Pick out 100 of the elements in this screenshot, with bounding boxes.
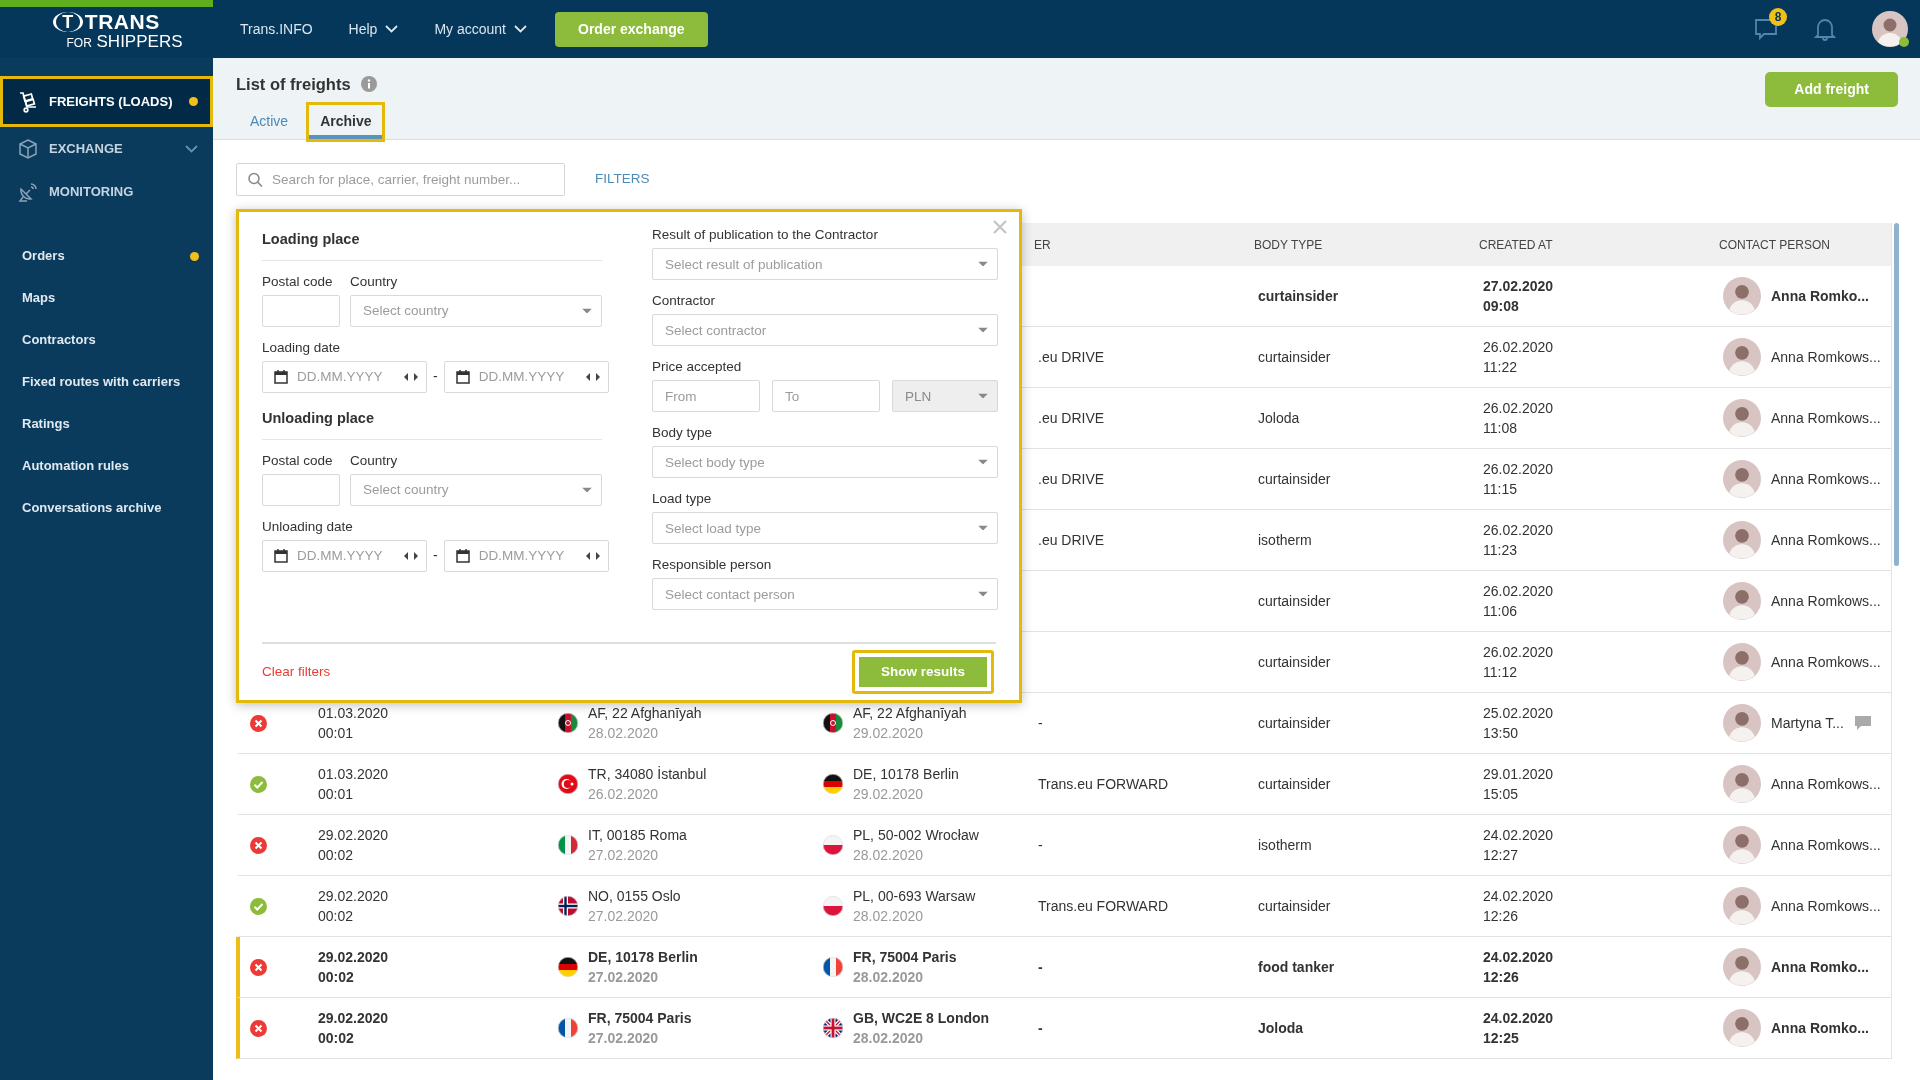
carrier-text: - — [1038, 836, 1043, 855]
dropdown-link[interactable]: Help — [348, 18, 399, 40]
sidebar-item[interactable]: Contractors — [0, 319, 213, 361]
calendar-icon — [455, 369, 470, 384]
carrier-text: .eu DRIVE — [1038, 531, 1105, 550]
loading-date-text: 01.03.2020 — [318, 765, 389, 784]
tab[interactable]: Archive — [306, 101, 386, 142]
postal-code-field[interactable] — [262, 473, 340, 506]
loading-time-text: 00:01 — [318, 785, 355, 804]
stepper-arrows-icon[interactable] — [585, 551, 600, 560]
field-label: Country — [350, 272, 399, 290]
dropdown-select[interactable]: Select contractor — [652, 314, 998, 346]
sidebar-item[interactable]: Conversations archive — [0, 487, 213, 529]
created-time-text: 11:23 — [1483, 541, 1518, 560]
close-button[interactable] — [993, 220, 1007, 234]
created-date-text: 26.02.2020 — [1483, 582, 1554, 601]
dropdown-select[interactable]: Select load type — [652, 512, 998, 544]
search-field[interactable]: Search for place, carrier, freight number... — [236, 163, 565, 196]
table-row[interactable]: 29.02.2020 00:02 DE, 10178 Berlin 27.02.2020 FR, 75004 Paris 28.02.2020 - food tanker 24.02.2020 12:26 Anna Romko... — [236, 937, 1891, 998]
field-label: Loading date — [262, 338, 342, 356]
nav-link[interactable]: Trans.INFO — [240, 18, 313, 40]
loading-date-text: 29.02.2020 — [318, 887, 389, 906]
table-row[interactable]: 01.03.2020 00:01 TR, 34080 İstanbul 26.02.2020 DE, 10178 Berlin 29.02.2020 Trans.eu FORWARD curtainsider 29.01.2020 15:05 Anna Romkows... — [236, 754, 1891, 815]
dropdown-link[interactable]: My account — [434, 18, 527, 40]
section-heading: Unloading place — [262, 404, 602, 440]
body-type-text: curtainsider — [1258, 897, 1331, 916]
logo-text: TRANS — [84, 11, 160, 32]
comment-icon[interactable] — [1853, 715, 1872, 731]
column-header: ER — [1033, 236, 1052, 254]
field-label: Responsible person — [652, 556, 773, 573]
sidebar-item[interactable]: Ratings — [0, 403, 213, 445]
date-field[interactable]: DD.MM.YYYY — [443, 360, 609, 393]
table-row[interactable]: 29.02.2020 00:02 FR, 75004 Paris 27.02.2020 GB, WC2E 8 London 28.02.2020 - Joloda 24.02.2020 12:25 Anna Romko... — [236, 998, 1891, 1059]
stepper-arrows-icon[interactable] — [404, 372, 418, 381]
created-date-text: 25.02.2020 — [1483, 704, 1554, 723]
sidebar-item[interactable]: Maps — [0, 277, 213, 319]
satellite-dish-icon — [17, 180, 39, 203]
avatar-icon — [1723, 948, 1761, 986]
date-text: 28.02.2020 — [853, 968, 925, 987]
loading-time-text: 00:02 — [318, 968, 355, 987]
scrollbar[interactable] — [1894, 223, 1899, 566]
place-text: GB, WC2E 8 London — [853, 1009, 990, 1028]
sidebar-module-item[interactable]: MONITORING — [0, 170, 213, 213]
sidebar-item[interactable]: Fixed routes with carriers — [0, 361, 213, 403]
body-type-text: Joloda — [1258, 409, 1300, 428]
page-title: List of freights — [236, 74, 351, 95]
date-field[interactable]: DD.MM.YYYY — [262, 539, 427, 572]
caret-icon — [978, 261, 988, 267]
section-heading: Loading place — [262, 226, 602, 261]
date-text: 26.02.2020 — [588, 785, 660, 804]
place-text: DE, 10178 Berlin — [853, 765, 959, 784]
dropdown-select[interactable]: Select result of publication — [652, 248, 998, 280]
sidebar-item[interactable]: Automation rules — [0, 445, 213, 487]
close-icon — [993, 220, 1007, 234]
caret-icon — [978, 393, 988, 399]
price-from-field[interactable]: From — [652, 380, 760, 412]
date-field[interactable]: DD.MM.YYYY — [262, 360, 427, 393]
loading-date-text: 01.03.2020 — [318, 704, 389, 723]
body-type-text: curtainsider — [1258, 470, 1331, 489]
bell-icon[interactable] — [1814, 17, 1836, 41]
avatar-icon — [1723, 399, 1761, 437]
field-label: Load type — [652, 490, 713, 507]
avatar-icon — [1723, 1009, 1761, 1047]
filters-link[interactable]: FILTERS — [595, 169, 650, 190]
column-header: CREATED AT — [1478, 236, 1554, 254]
price-to-field[interactable]: To — [772, 380, 880, 412]
avatar-icon — [1872, 11, 1908, 47]
date-text: 27.02.2020 — [588, 907, 660, 926]
stepper-arrows-icon[interactable] — [404, 551, 418, 560]
caret-icon — [978, 327, 988, 333]
date-field[interactable]: DD.MM.YYYY — [443, 539, 609, 572]
sidebar-item[interactable]: Orders — [0, 235, 213, 277]
calendar-icon — [274, 369, 288, 384]
date-text: 28.02.2020 — [853, 846, 925, 865]
contact-name: Anna Romkows... — [1771, 775, 1881, 794]
sidebar-module-item[interactable]: FREIGHTS (LOADS) — [0, 76, 213, 127]
date-text: 28.02.2020 — [588, 724, 660, 743]
created-time-text: 11:06 — [1483, 602, 1518, 621]
created-time-text: 13:50 — [1483, 724, 1520, 743]
dropdown-select[interactable]: Select contact person — [652, 578, 998, 610]
place-text: IT, 00185 Roma — [588, 826, 687, 845]
created-date-text: 29.01.2020 — [1483, 765, 1554, 784]
field-label: Result of publication to the Contractor — [652, 226, 879, 243]
sidebar-module-item[interactable]: EXCHANGE — [0, 127, 213, 170]
country-select[interactable]: Select country — [350, 294, 602, 327]
created-date-text: 24.02.2020 — [1483, 948, 1554, 967]
postal-code-field[interactable] — [262, 294, 340, 327]
created-time-text: 09:08 — [1483, 297, 1520, 316]
stepper-arrows-icon[interactable] — [585, 372, 600, 381]
table-row[interactable]: 29.02.2020 00:02 NO, 0155 Oslo 27.02.2020 PL, 00-693 Warsaw 28.02.2020 Trans.eu FORWARD curtainsider 24.02.2020 12:26 Anna Romkows... — [236, 876, 1891, 937]
clear-filters-link[interactable]: Clear filters — [262, 661, 331, 683]
table-row[interactable]: 29.02.2020 00:02 IT, 00185 Roma 27.02.2020 PL, 50-002 Wrocław 28.02.2020 - isotherm 24.02.2020 12:27 Anna Romkows... — [236, 815, 1891, 876]
column-header: BODY TYPE — [1253, 236, 1324, 254]
caret-icon — [978, 525, 988, 531]
created-time-text: 11:22 — [1483, 358, 1518, 377]
place-text: TR, 34080 İstanbul — [588, 765, 707, 784]
country-select[interactable]: Select country — [350, 473, 602, 506]
created-date-text: 26.02.2020 — [1483, 399, 1554, 418]
date-text: 28.02.2020 — [853, 1029, 925, 1048]
dropdown-select[interactable]: Select body type — [652, 446, 998, 478]
